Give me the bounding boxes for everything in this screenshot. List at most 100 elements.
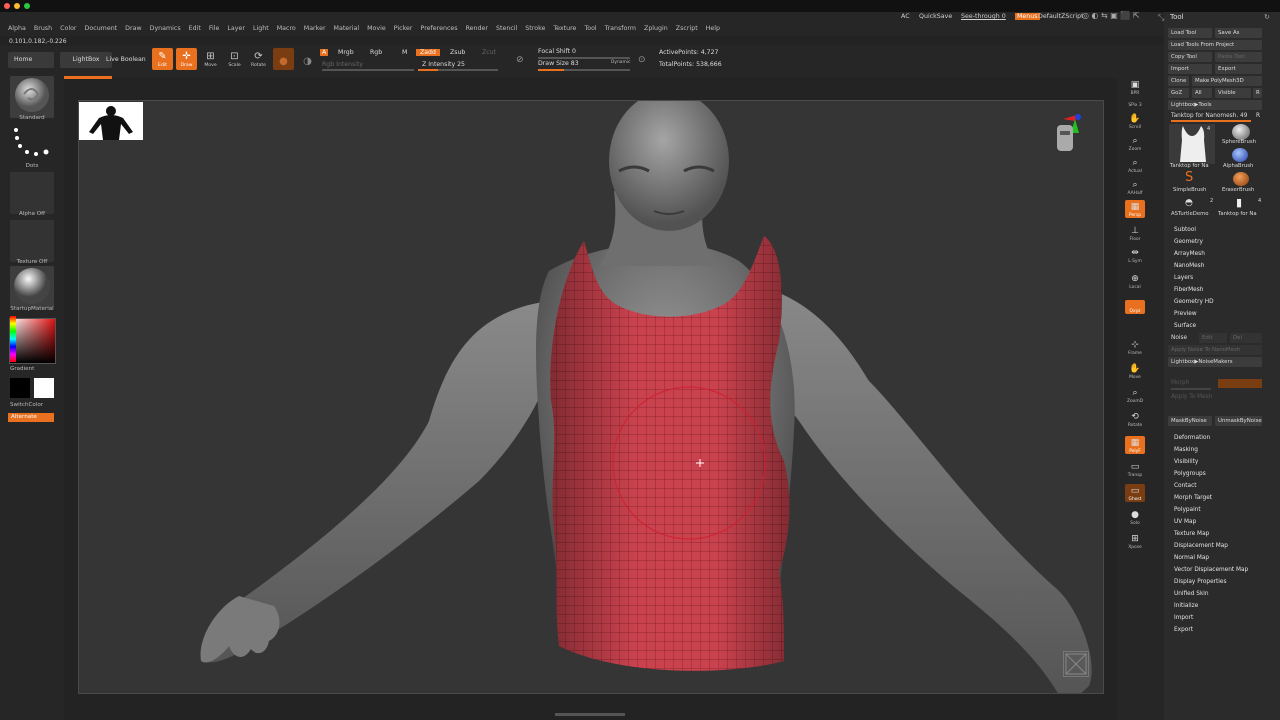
subpalette-import[interactable]: Import: [1174, 615, 1193, 621]
unmask-by-noise-button[interactable]: UnmaskByNoise: [1215, 416, 1262, 426]
menu-texture[interactable]: Texture: [553, 25, 576, 32]
close-window-icon[interactable]: [4, 3, 10, 9]
floor-button[interactable]: ⊥ Floor: [1125, 224, 1145, 243]
make-polymesh3d-button[interactable]: Make PolyMesh3D: [1192, 76, 1262, 86]
subpalette-visibility[interactable]: Visibility: [1174, 459, 1198, 465]
tanktop-small-icon[interactable]: ▮: [1236, 196, 1242, 209]
load-tools-from-project-button[interactable]: Load Tools From Project: [1168, 40, 1262, 50]
edit-button[interactable]: ✎ Edit: [152, 48, 173, 70]
menu-material[interactable]: Material: [334, 25, 360, 32]
menu-movie[interactable]: Movie: [367, 25, 386, 32]
subpalette-contact[interactable]: Contact: [1174, 483, 1197, 489]
sphere-brush-icon[interactable]: [1232, 124, 1250, 140]
load-tool-button[interactable]: Load Tool: [1168, 28, 1212, 38]
subpalette-nanomesh[interactable]: NanoMesh: [1174, 263, 1204, 269]
color-picker[interactable]: [9, 318, 56, 364]
subpalette-polygroups[interactable]: Polygroups: [1174, 471, 1206, 477]
goz-visible-button[interactable]: Visible: [1215, 88, 1251, 98]
draw-size-track[interactable]: [538, 69, 630, 71]
axis-gizmo[interactable]: [1057, 111, 1083, 161]
lightbox-noisemakers-button[interactable]: Lightbox▶NoiseMakers: [1168, 357, 1262, 367]
mrgb-button[interactable]: Mrgb: [338, 49, 354, 56]
window-icons[interactable]: ◎ ◐ ⇆ ▣ ⬛ ⇱: [1082, 11, 1140, 20]
see-through-slider[interactable]: See-through 0: [961, 13, 1006, 20]
bpr-button[interactable]: ▣ BPR: [1125, 78, 1145, 97]
alpha-thumbnail[interactable]: [10, 172, 54, 214]
menu-color[interactable]: Color: [60, 25, 76, 32]
menu-layer[interactable]: Layer: [227, 25, 245, 32]
minimize-window-icon[interactable]: [14, 3, 20, 9]
apply-noise-to-nanomesh-button[interactable]: Apply Noise To NanoMesh: [1168, 345, 1262, 355]
subpalette-vector-displacement-map[interactable]: Vector Displacement Map: [1174, 567, 1248, 573]
subpalette-initialize[interactable]: Initialize: [1174, 603, 1198, 609]
menu-alpha[interactable]: Alpha: [8, 25, 26, 32]
morph-slider[interactable]: Morph: [1171, 380, 1189, 386]
rotate-view-button[interactable]: ⟲ Rotate: [1125, 410, 1145, 429]
zoom-button[interactable]: ⌕ Zoom: [1125, 134, 1145, 153]
subpalette-polypaint[interactable]: Polypaint: [1174, 507, 1201, 513]
copy-tool-button[interactable]: Copy Tool: [1168, 52, 1212, 62]
stroke-thumbnail[interactable]: [10, 124, 54, 166]
menu-marker[interactable]: Marker: [304, 25, 326, 32]
menu-brush[interactable]: Brush: [34, 25, 52, 32]
focal-shift-track[interactable]: [538, 57, 630, 59]
persp-button[interactable]: ▦ Persp: [1125, 200, 1145, 218]
noise-del-button[interactable]: Del: [1230, 333, 1262, 343]
lightbox-tools-button[interactable]: Lightbox▶Tools: [1168, 100, 1262, 110]
a-button[interactable]: A: [320, 49, 329, 56]
rgb-button[interactable]: Rgb: [370, 49, 382, 56]
menu-tool[interactable]: Tool: [584, 25, 596, 32]
subpalette-uv-map[interactable]: UV Map: [1174, 519, 1196, 525]
nav-thumbnail[interactable]: [79, 102, 143, 140]
dynamic-toggle[interactable]: Dynamic: [611, 60, 630, 65]
ac-button[interactable]: AC: [901, 13, 910, 20]
focal-shift-slider[interactable]: Focal Shift 0: [538, 48, 576, 55]
sculpt-model[interactable]: [79, 101, 1104, 694]
transp-button[interactable]: ▭ Transp: [1125, 460, 1145, 479]
subpalette-geometry-hd[interactable]: Geometry HD: [1174, 299, 1214, 305]
quicksave-button[interactable]: QuickSave: [919, 13, 952, 20]
alpha-brush-icon[interactable]: [1232, 148, 1248, 162]
subpalette-texture-map[interactable]: Texture Map: [1174, 531, 1209, 537]
subpalette-masking[interactable]: Masking: [1174, 447, 1198, 453]
3d-viewport[interactable]: [78, 100, 1104, 694]
goz-button[interactable]: GoZ: [1168, 88, 1189, 98]
scroll-button[interactable]: ✋ Scroll: [1125, 112, 1145, 131]
subpalette-arraymesh[interactable]: ArrayMesh: [1174, 251, 1205, 257]
eraser-brush-icon[interactable]: [1233, 172, 1249, 186]
menu-document[interactable]: Document: [85, 25, 118, 32]
menu-light[interactable]: Light: [253, 25, 269, 32]
move-view-button[interactable]: ✋ Move: [1125, 362, 1145, 381]
apply-to-mesh-button[interactable]: Apply To Mesh: [1171, 394, 1212, 400]
move-button[interactable]: ⊞ Move: [200, 48, 221, 70]
alternate-button[interactable]: Alternate: [8, 413, 54, 422]
clone-button[interactable]: Clone: [1168, 76, 1189, 86]
menu-stroke[interactable]: Stroke: [525, 25, 545, 32]
subpalette-display-properties[interactable]: Display Properties: [1174, 579, 1227, 585]
mask-by-noise-button[interactable]: MaskByNoise: [1168, 416, 1212, 426]
rgb-intensity-slider[interactable]: Rgb Intensity: [322, 61, 363, 68]
subpalette-layers[interactable]: Layers: [1174, 275, 1193, 281]
refresh-icon[interactable]: ↻: [1264, 13, 1270, 21]
subpalette-preview[interactable]: Preview: [1174, 311, 1197, 317]
zcut-button[interactable]: Zcut: [482, 49, 496, 56]
z-intensity-slider[interactable]: Z Intensity 25: [422, 61, 465, 68]
material-thumbnail[interactable]: [10, 266, 54, 308]
aahalf-button[interactable]: ⌕ AAHalf: [1125, 178, 1145, 197]
menu-stencil[interactable]: Stencil: [496, 25, 517, 32]
subpalette-displacement-map[interactable]: Displacement Map: [1174, 543, 1228, 549]
goz-all-button[interactable]: All: [1192, 88, 1212, 98]
rgb-intensity-track[interactable]: [322, 69, 414, 71]
menu-zplugin[interactable]: Zplugin: [644, 25, 668, 32]
z-intensity-track[interactable]: [418, 69, 498, 71]
zsub-button[interactable]: Zsub: [450, 49, 465, 56]
maximize-window-icon[interactable]: [24, 3, 30, 9]
subpalette-deformation[interactable]: Deformation: [1174, 435, 1210, 441]
m-button[interactable]: M: [402, 49, 407, 56]
zadd-button[interactable]: Zadd: [416, 49, 440, 56]
rotate-button[interactable]: ⟳ Rotate: [248, 48, 269, 70]
tool-r-button[interactable]: R: [1256, 113, 1260, 119]
xpose-button[interactable]: ⊞ Xpose: [1125, 532, 1145, 551]
subpalette-normal-map[interactable]: Normal Map: [1174, 555, 1209, 561]
subpalette-subtool[interactable]: Subtool: [1174, 227, 1196, 233]
